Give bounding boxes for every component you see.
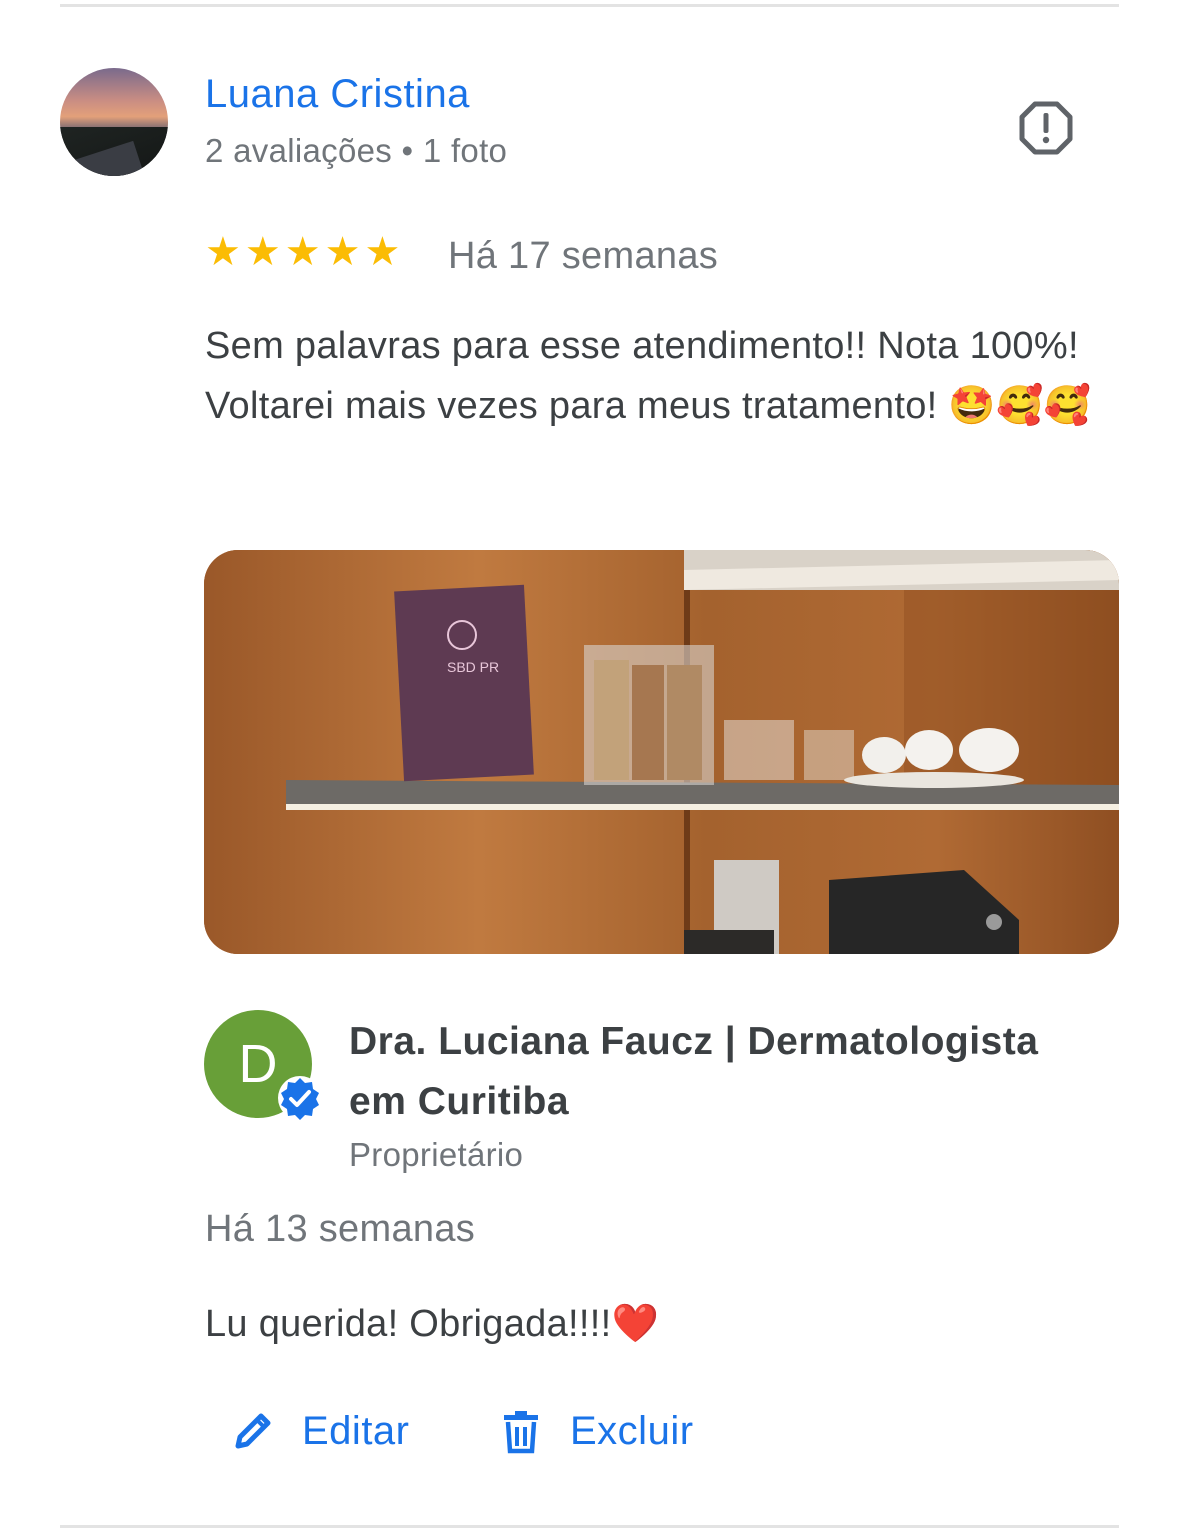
heart-emoji: ❤️ [611, 1303, 660, 1345]
edit-button[interactable]: Editar [230, 1408, 410, 1454]
review-photo-image: SBD PR [204, 550, 1119, 954]
bottom-divider [60, 1525, 1119, 1528]
star-icon: ★ [205, 230, 241, 274]
delete-button[interactable]: Excluir [498, 1408, 694, 1454]
reviewer-name[interactable]: Luana Cristina [205, 72, 470, 117]
reviewer-avatar[interactable] [60, 68, 168, 176]
star-icon: ★ [324, 230, 361, 274]
review-photo[interactable]: SBD PR [204, 550, 1119, 954]
star-icon: ★ [244, 230, 281, 274]
owner-avatar-letter: D [238, 1034, 278, 1094]
star-icon: ★ [364, 230, 401, 274]
owner-role: Proprietário [349, 1136, 524, 1173]
pencil-icon [235, 1413, 271, 1449]
reply-date: Há 13 semanas [205, 1208, 476, 1250]
report-icon[interactable] [1018, 100, 1074, 156]
owner-name: Dra. Luciana Faucz | Dermatologista em C… [349, 1020, 1039, 1123]
reply-text: Lu querida! Obrigada!!!!❤️ [205, 1302, 659, 1346]
trash-icon [504, 1411, 538, 1454]
reviewer-meta: 2 avaliações • 1 foto [205, 132, 508, 169]
verified-badge-icon [278, 1076, 322, 1120]
top-divider [60, 4, 1119, 7]
edit-label: Editar [302, 1408, 410, 1453]
review-text: Sem palavras para esse atendimento!! Not… [205, 325, 1092, 427]
delete-label: Excluir [570, 1408, 694, 1453]
star-rating: ★ ★ ★ ★ ★ [205, 232, 400, 272]
review-date: Há 17 semanas [448, 235, 719, 277]
star-icon: ★ [284, 230, 321, 274]
photo-sign-text: SBD PR [447, 659, 499, 675]
reply-message: Lu querida! Obrigada!!!! [205, 1303, 612, 1345]
